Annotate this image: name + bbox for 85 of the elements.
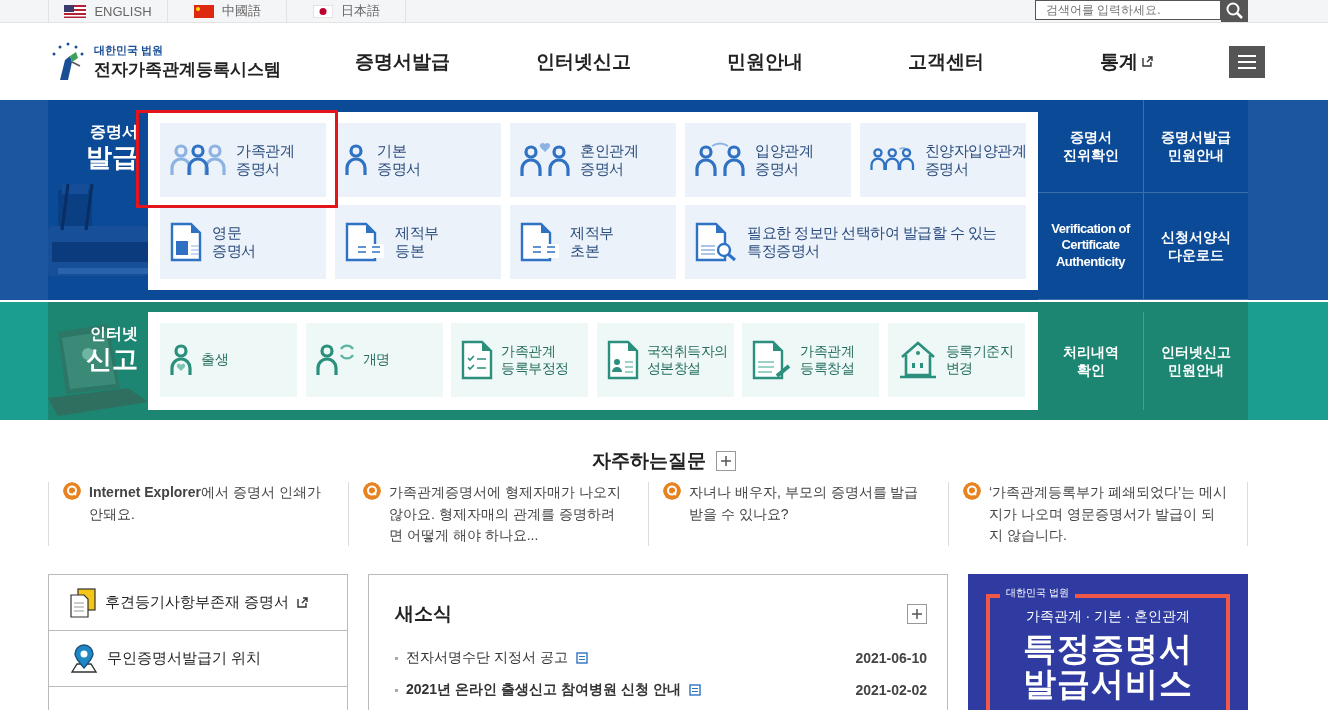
report-tile[interactable]: 가족관계 등록부정정	[451, 323, 589, 397]
report-tile[interactable]: 개명	[305, 323, 443, 397]
certificate-tile[interactable]: 혼인관계 증명서	[510, 123, 676, 197]
document-icon	[345, 222, 385, 262]
certificate-tile[interactable]: 제적부 초본	[510, 205, 676, 279]
nav-link[interactable]: 고객센터	[855, 48, 1036, 75]
promo-banner[interactable]: 대한민국 법원 가족관계 · 기본 · 혼인관계 특정증명서 발급서비스	[968, 574, 1248, 710]
external-link-icon	[1142, 56, 1153, 67]
document-icon	[170, 222, 202, 262]
banner-headline: 특정증명서	[1023, 632, 1193, 667]
search-field[interactable]: 검색어를 입력하세요.	[1035, 0, 1221, 20]
search-button[interactable]	[1221, 0, 1248, 22]
plus-icon	[912, 609, 922, 619]
report-tile[interactable]: 출생	[160, 323, 297, 397]
location-pin-icon	[69, 643, 99, 674]
news-link[interactable]: 2021년 온라인 출생신고 참여병원 신청 안내	[406, 681, 681, 699]
section-heading: 새소식	[395, 602, 452, 626]
us-flag-icon	[64, 4, 87, 18]
notice-icon	[575, 652, 588, 664]
language-link[interactable]: 中國語	[167, 0, 286, 22]
nav-link[interactable]: 증명서발급	[312, 48, 493, 75]
document-pen-icon	[752, 340, 793, 380]
section-heading: 자주하는질문	[592, 449, 706, 473]
nav-link[interactable]: 민원안내	[674, 48, 855, 75]
quick-link[interactable]: 후견등기사항부존재 증명서	[49, 575, 347, 631]
question-icon	[663, 482, 681, 500]
faq-link[interactable]: Internet Explorer에서 증명서 인쇄가 안돼요.	[89, 482, 328, 544]
house-icon	[897, 341, 938, 379]
service-link[interactable]: 증명서발급 민원안내	[1143, 100, 1248, 193]
document-icon	[520, 222, 560, 262]
language-link[interactable]: 日本語	[286, 0, 406, 22]
search-icon	[1225, 2, 1244, 20]
news-date: 2021-02-02	[855, 682, 927, 698]
china-flag-icon	[193, 4, 214, 18]
couple-icon	[695, 141, 745, 179]
banner-subtitle: 가족관계 · 기본 · 혼인관계	[1025, 608, 1191, 626]
service-link[interactable]: 처리내역 확인	[1038, 312, 1143, 410]
news-date: 2021-06-10	[855, 650, 927, 666]
quick-link[interactable]: 무인증명서발급기 위치	[49, 631, 347, 687]
certificate-tile[interactable]: 입양관계 증명서	[685, 123, 851, 197]
checklist-document-icon	[461, 340, 494, 380]
external-link-icon	[297, 597, 309, 608]
nav-link[interactable]: 인터넷신고	[493, 48, 674, 75]
report-tile[interactable]: 가족관계 등록창설	[742, 323, 880, 397]
document-search-icon	[695, 222, 737, 262]
certificate-tile[interactable]: 필요한 정보만 선택하여 발급할 수 있는 특정증명서	[685, 205, 1026, 279]
service-link[interactable]: 인터넷신고 민원안내	[1143, 312, 1248, 410]
language-link[interactable]: ENGLISH	[48, 0, 167, 22]
more-button[interactable]	[907, 604, 927, 624]
faq-link[interactable]: ‘가족관계등록부가 폐쇄되었다’는 메시지가 나오며 영문증명서가 발급이 되지 않습니다.	[989, 482, 1227, 544]
question-icon	[363, 482, 381, 500]
plus-icon	[721, 456, 731, 466]
id-document-icon	[606, 340, 639, 380]
report-tile[interactable]: 국적취득자의 성본창설	[596, 323, 734, 397]
more-button[interactable]	[716, 451, 736, 471]
couple-icon	[520, 141, 570, 179]
faq-link[interactable]: 가족관계증명서에 형제자매가 나오지 않아요. 형제자매의 관계를 증명하려면 어떻게 해야 하나요...	[389, 482, 628, 544]
question-icon	[63, 482, 81, 500]
certificate-tile[interactable]: 가족관계 증명서	[160, 123, 326, 197]
section-title: 신고	[86, 345, 138, 374]
news-link[interactable]: 전자서명수단 지정서 공고	[406, 649, 568, 667]
documents-icon	[69, 587, 97, 618]
mother-icon	[170, 342, 193, 378]
certificate-tile[interactable]: 기본 증명서	[335, 123, 501, 197]
family-icon	[170, 142, 226, 178]
question-icon	[963, 482, 981, 500]
banner-org: 대한민국 법원	[1000, 586, 1075, 600]
court-name: 대한민국 법원	[94, 42, 165, 58]
notice-icon	[688, 684, 701, 696]
certificate-tile[interactable]: 영문 증명서	[160, 205, 326, 279]
banner-headline: 발급서비스	[1023, 666, 1193, 702]
section-title: 인터넷	[89, 324, 138, 344]
service-link[interactable]: 증명서 진위확인	[1038, 100, 1143, 193]
menu-button[interactable]	[1229, 45, 1265, 78]
person-refresh-icon	[315, 342, 355, 378]
nav-link[interactable]: 통계	[1036, 48, 1217, 75]
certificate-tile[interactable]: 제적부 등본	[335, 205, 501, 279]
section-title: 증명서	[89, 122, 138, 142]
certificate-tile[interactable]: 친양자입양관계 증명서	[860, 123, 1026, 197]
section-title: 발급	[86, 143, 138, 172]
site-title[interactable]: 전자가족관계등록시스템	[94, 57, 281, 81]
report-tile[interactable]: 등록기준지 변경	[887, 323, 1025, 397]
faq-link[interactable]: 자녀나 배우자, 부모의 증명서를 발급 받을 수 있나요?	[689, 482, 928, 544]
person-icon	[345, 142, 367, 178]
japan-flag-icon	[312, 4, 333, 18]
